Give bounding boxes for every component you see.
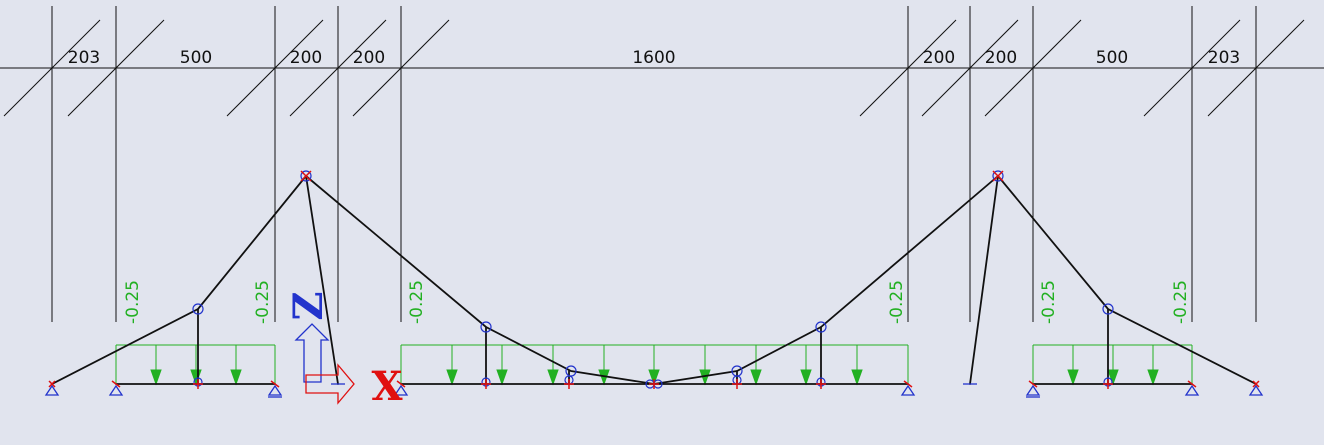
dimension-label: 203	[68, 48, 100, 68]
x-axis-label: X	[371, 363, 402, 410]
load-value-label: -0.25	[1039, 280, 1059, 324]
dimension-label: 200	[353, 48, 385, 68]
dimension-label: 200	[923, 48, 955, 68]
dimension-label: 203	[1208, 48, 1240, 68]
dimension-label: 500	[1096, 48, 1128, 68]
load-value-label: -0.25	[123, 280, 143, 324]
dimension-label: 200	[290, 48, 322, 68]
dimension-label: 500	[180, 48, 212, 68]
dimension-label: 1600	[632, 48, 675, 68]
dimension-label: 200	[985, 48, 1017, 68]
load-value-label: -0.25	[253, 280, 273, 324]
structural-model-diagram: 203 500 200 200 1600 200 200 500 203 -0.…	[0, 0, 1324, 440]
load-value-label: -0.25	[887, 280, 907, 324]
load-value-label: -0.25	[1171, 280, 1191, 324]
structural-model-canvas[interactable]: 203 500 200 200 1600 200 200 500 203 -0.…	[0, 0, 1324, 440]
z-axis-label: Z	[285, 291, 332, 320]
load-value-label: -0.25	[407, 280, 427, 324]
